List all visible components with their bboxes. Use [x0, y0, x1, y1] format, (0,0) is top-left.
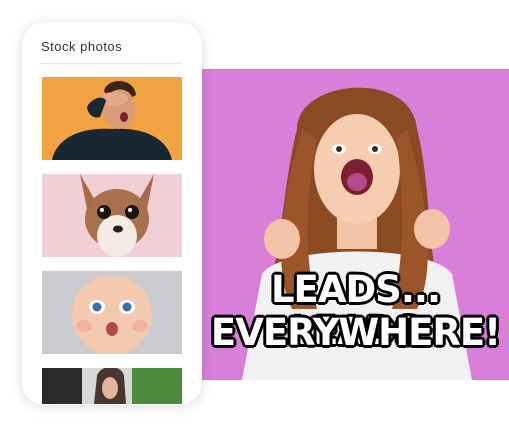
stock-photo-thumbnail-3[interactable]: [42, 271, 182, 354]
stock-photo-thumbnail-4[interactable]: [42, 368, 182, 404]
man-hiding-face-photo: [42, 77, 182, 160]
panel-divider: [41, 63, 182, 64]
surprised-baby-photo: [42, 271, 182, 354]
panel-title: Stock photos: [41, 39, 123, 54]
stock-photo-thumbnail-2[interactable]: [42, 174, 182, 257]
meme-caption-line-2: EVERYWHERE!: [210, 311, 501, 354]
stock-photo-thumbnail-1[interactable]: [42, 77, 182, 160]
meme-canvas[interactable]: LEADS... LEADS EVERYWHERE!: [202, 69, 509, 380]
stock-photos-panel: Stock photos: [22, 22, 202, 405]
chihuahua-dog-photo: [42, 174, 182, 257]
woman-outdoors-photo: [42, 368, 182, 404]
